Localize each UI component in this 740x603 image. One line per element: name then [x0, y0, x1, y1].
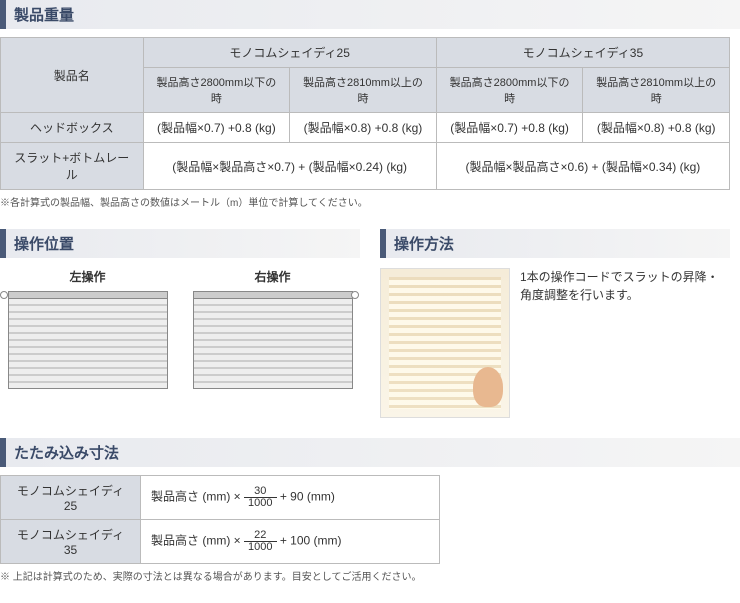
- hb-b-low: (製品幅×0.7) +0.8 (kg): [436, 113, 583, 143]
- position-section: 操作位置 左操作 右操作: [0, 229, 360, 418]
- method-section: 操作方法 1本の操作コードでスラットの昇降・角度調整を行います。: [380, 229, 730, 418]
- blind-diagram-left: [8, 291, 168, 401]
- row-slat: スラット+ボトムレール: [1, 143, 144, 190]
- slat-a: (製品幅×製品高さ×0.7) + (製品幅×0.24) (kg): [143, 143, 436, 190]
- fold-row-b-name: モノコムシェイディ35: [1, 520, 141, 564]
- cond-a-high: 製品高さ2810mm以上の時: [290, 68, 437, 113]
- blind-diagram-right: [193, 291, 353, 401]
- col-product-b: モノコムシェイディ35: [436, 38, 729, 68]
- cond-b-high: 製品高さ2810mm以上の時: [583, 68, 730, 113]
- hb-b-high: (製品幅×0.8) +0.8 (kg): [583, 113, 730, 143]
- col-product: 製品名: [1, 38, 144, 113]
- fold-note: ※ 上記は計算式のため、実際の寸法とは異なる場合があります。目安としてご活用くだ…: [0, 568, 740, 583]
- position-title: 操作位置: [0, 229, 360, 258]
- cond-b-low: 製品高さ2800mm以下の時: [436, 68, 583, 113]
- position-left-label: 左操作: [0, 268, 175, 285]
- fold-row-a-formula: 製品高さ (mm) × 30 1000 + 90 (mm): [141, 476, 440, 520]
- col-product-a: モノコムシェイディ25: [143, 38, 436, 68]
- position-left: 左操作: [0, 268, 175, 401]
- weight-section: 製品重量 製品名 モノコムシェイディ25 モノコムシェイディ35 製品高さ280…: [0, 0, 740, 209]
- fraction-b: 22 1000: [244, 530, 276, 553]
- fraction-a: 30 1000: [244, 486, 276, 509]
- row-headbox: ヘッドボックス: [1, 113, 144, 143]
- fold-row-b-formula: 製品高さ (mm) × 22 1000 + 100 (mm): [141, 520, 440, 564]
- fold-table: モノコムシェイディ25 製品高さ (mm) × 30 1000 + 90 (mm…: [0, 475, 440, 564]
- position-right-label: 右操作: [185, 268, 360, 285]
- position-right: 右操作: [185, 268, 360, 401]
- method-title: 操作方法: [380, 229, 730, 258]
- method-photo: [380, 268, 510, 418]
- hb-a-high: (製品幅×0.8) +0.8 (kg): [290, 113, 437, 143]
- weight-title: 製品重量: [0, 0, 740, 29]
- hb-a-low: (製品幅×0.7) +0.8 (kg): [143, 113, 290, 143]
- method-text: 1本の操作コードでスラットの昇降・角度調整を行います。: [520, 268, 730, 418]
- slat-b: (製品幅×製品高さ×0.6) + (製品幅×0.34) (kg): [436, 143, 729, 190]
- weight-note: ※各計算式の製品幅、製品高さの数値はメートル（m）単位で計算してください。: [0, 194, 740, 209]
- cond-a-low: 製品高さ2800mm以下の時: [143, 68, 290, 113]
- fold-row-a-name: モノコムシェイディ25: [1, 476, 141, 520]
- fold-title: たたみ込み寸法: [0, 438, 740, 467]
- weight-table: 製品名 モノコムシェイディ25 モノコムシェイディ35 製品高さ2800mm以下…: [0, 37, 730, 190]
- hand-icon: [473, 367, 503, 407]
- fold-section: たたみ込み寸法 モノコムシェイディ25 製品高さ (mm) × 30 1000 …: [0, 438, 740, 583]
